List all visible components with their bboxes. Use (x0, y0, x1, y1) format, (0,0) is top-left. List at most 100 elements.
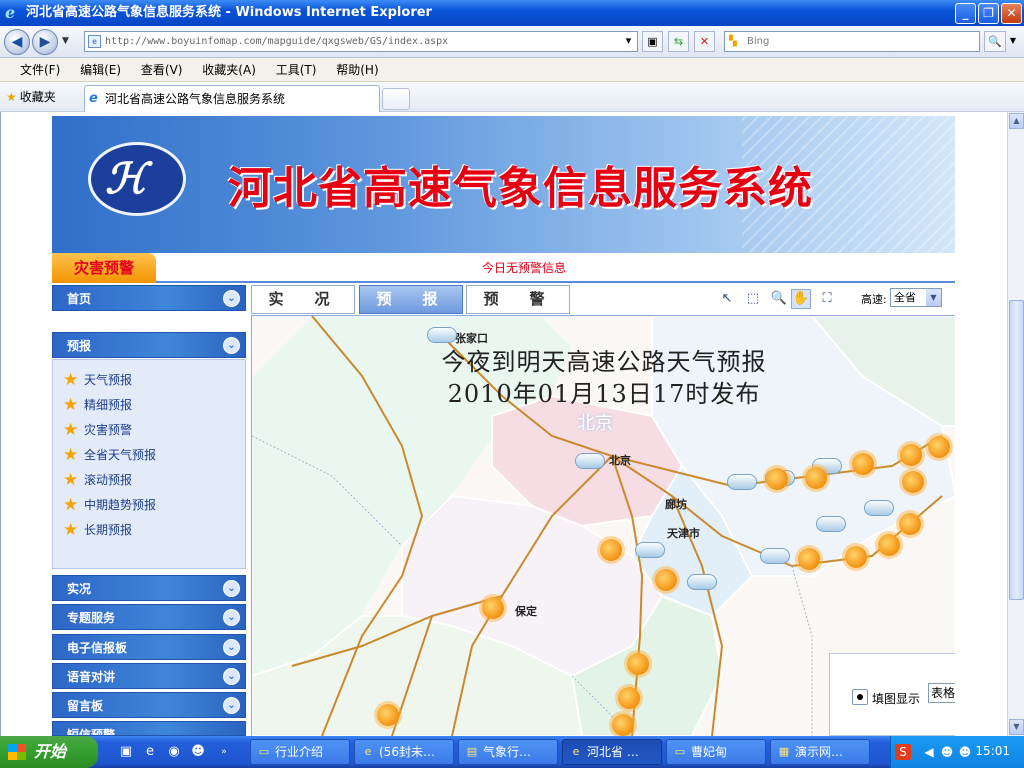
sun-icon (618, 687, 640, 709)
menu-tools[interactable]: 工具(T) (276, 58, 317, 82)
submenu-province-forecast[interactable]: ★ 全省天气预报 (53, 443, 245, 468)
forward-button[interactable]: ▶ (32, 29, 58, 55)
left-sidebar: 首页 ⌄ 预报 ⌄ ★ 天气预报 ★ 精细预报 ★ 灾害预警 ★ 全省天气预报 ★ 滚动预… (52, 283, 248, 736)
zoom-tool-icon[interactable]: 🔍 (769, 289, 789, 309)
sidebar-section-label: 实况 (67, 582, 92, 596)
weather-map[interactable]: 今夜到明天高速公路天气预报 2010年01月13日17时发布 张家口 北京 北京… (251, 316, 955, 736)
submenu-label: 天气预报 (84, 373, 133, 387)
chevron-down-icon: ▼ (926, 289, 941, 306)
bing-icon: ▚ (729, 36, 737, 47)
submenu-disaster-warning[interactable]: ★ 灾害预警 (53, 418, 245, 443)
sidebar-voice-talk[interactable]: 语音对讲 ⌄ (52, 663, 246, 689)
submenu-fine-forecast[interactable]: ★ 精细预报 (53, 393, 245, 418)
sidebar-sms-warning[interactable]: 短信预警 (52, 721, 246, 736)
display-mode-panel: 填图显示 表格 (829, 653, 955, 736)
tab-live[interactable]: 实 况 (251, 285, 355, 314)
window-titlebar[interactable]: e 河北省高速公路气象信息服务系统 - Windows Internet Exp… (0, 0, 1024, 26)
menu-file[interactable]: 文件(F) (20, 58, 60, 82)
maximize-button[interactable]: ❐ (978, 3, 999, 24)
menu-edit[interactable]: 编辑(E) (80, 58, 121, 82)
address-dropdown-icon[interactable]: ▾ (620, 31, 637, 52)
sun-icon (377, 704, 399, 726)
sidebar-special-service[interactable]: 专题服务 ⌄ (52, 604, 246, 630)
scroll-down-icon[interactable]: ▼ (1009, 719, 1024, 735)
sidebar-section-label: 语音对讲 (67, 670, 116, 684)
sun-icon (482, 597, 504, 619)
taskbar-item-document[interactable]: ▤ 气象行… (458, 739, 558, 765)
table-display-option[interactable]: 表格 (928, 683, 955, 703)
qq-tray-icon[interactable]: ☻ (939, 744, 955, 760)
sogou-icon[interactable]: S (895, 744, 911, 760)
browser-tab[interactable]: e 河北省高速公路气象信息服务系统 (84, 85, 380, 112)
sun-icon (900, 444, 922, 466)
submenu-label: 长期预报 (84, 523, 133, 537)
taskbar-item-folder[interactable]: ▭ 行业介绍 (250, 739, 350, 765)
menu-view[interactable]: 查看(V) (141, 58, 183, 82)
cloud-icon (427, 327, 457, 343)
tab-forecast[interactable]: 预 报 (359, 285, 463, 314)
history-dropdown-icon[interactable]: ▼ (62, 36, 69, 46)
quicklaunch-overflow-icon[interactable]: » (216, 744, 232, 760)
back-button[interactable]: ◀ (4, 29, 30, 55)
search-input[interactable]: ▚ Bing (724, 31, 980, 52)
sidebar-section-label: 专题服务 (67, 611, 116, 625)
windows-taskbar: 开始 ▣ e ◉ ☻ » ▭ 行业介绍 e (56封未… ▤ 气象行… e 河北省 … … (0, 736, 1024, 768)
sidebar-forecast-label: 预报 (67, 339, 92, 353)
close-button[interactable]: ✕ (1001, 3, 1022, 24)
sidebar-live[interactable]: 实况 ⌄ (52, 575, 246, 601)
qq-tray-icon-2[interactable]: ☻ (957, 744, 973, 760)
submenu-long-forecast[interactable]: ★ 长期预报 (53, 518, 245, 543)
star-icon: ★ (63, 520, 79, 540)
scroll-up-icon[interactable]: ▲ (1009, 113, 1024, 129)
submenu-rolling-forecast[interactable]: ★ 滚动预报 (53, 468, 245, 493)
taskbar-item-ie-active[interactable]: e 河北省 … (562, 739, 662, 765)
menu-favorites[interactable]: 收藏夹(A) (202, 58, 256, 82)
select-tool-icon[interactable]: ⬚ (743, 289, 763, 309)
tab-warning[interactable]: 预 警 (466, 285, 570, 314)
address-input[interactable]: e http://www.boyuinfomap.com/mapguide/qx… (84, 31, 638, 52)
scroll-thumb[interactable] (1009, 300, 1024, 600)
highway-select[interactable]: 全省 ▼ (890, 288, 942, 307)
submenu-medium-trend-forecast[interactable]: ★ 中期趋势预报 (53, 493, 245, 518)
fill-display-radio[interactable] (852, 689, 868, 705)
sun-icon (612, 714, 634, 736)
page-icon: e (88, 35, 101, 48)
task-label: 行业介绍 (275, 745, 324, 759)
search-options-icon[interactable]: ▼ (1006, 31, 1020, 52)
star-icon: ★ (63, 420, 79, 440)
sidebar-home[interactable]: 首页 ⌄ (52, 285, 246, 311)
menu-help[interactable]: 帮助(H) (336, 58, 378, 82)
qq-quicklaunch-icon[interactable]: ☻ (190, 744, 206, 760)
start-button[interactable]: 开始 (0, 736, 98, 768)
main-content: 实 况 预 报 预 警 ↖ ⬚ 🔍 ✋ ⛶ 高速: 全省 ▼ 今夜到明天高速公路… (251, 283, 955, 736)
fill-display-label: 填图显示 (872, 692, 921, 706)
refresh-icon[interactable]: ⇆ (668, 31, 689, 52)
taskbar-item-folder-2[interactable]: ▭ 曹妃甸 (666, 739, 766, 765)
ie-quicklaunch-icon[interactable]: e (142, 744, 158, 760)
tray-collapse-icon[interactable]: ◀ (921, 744, 937, 760)
taskbar-item-presentation[interactable]: ▦ 演示网… (770, 739, 870, 765)
pointer-tool-icon[interactable]: ↖ (717, 289, 737, 309)
taskbar-item-mail[interactable]: e (56封未… (354, 739, 454, 765)
sidebar-e-board[interactable]: 电子信报板 ⌄ (52, 634, 246, 660)
search-button[interactable]: 🔍 (984, 31, 1006, 52)
site-title: 河北省高速气象信息服务系统 (228, 163, 813, 214)
minimize-button[interactable]: _ (955, 3, 976, 24)
submenu-weather-forecast[interactable]: ★ 天气预报 (53, 368, 245, 393)
new-tab-button[interactable] (382, 88, 410, 110)
vertical-scrollbar[interactable]: ▲ ▼ (1007, 112, 1024, 736)
sidebar-section-label: 留言板 (67, 699, 104, 713)
show-desktop-icon[interactable]: ▣ (118, 744, 134, 760)
favorites-button[interactable]: ★ 收藏夹 (6, 88, 56, 106)
alert-bar: 灾害预警 今日无预警信息 (52, 253, 955, 283)
stop-icon[interactable]: ✕ (694, 31, 715, 52)
sidebar-message-board[interactable]: 留言板 ⌄ (52, 692, 246, 718)
cloud-icon (575, 453, 605, 469)
compat-view-icon[interactable]: ▣ (642, 31, 663, 52)
sidebar-forecast[interactable]: 预报 ⌄ (52, 332, 246, 358)
app-quicklaunch-icon[interactable]: ◉ (166, 744, 182, 760)
sun-icon (902, 471, 924, 493)
pan-tool-icon[interactable]: ✋ (791, 289, 811, 309)
sidebar-section-label: 电子信报板 (67, 641, 128, 655)
full-extent-icon[interactable]: ⛶ (817, 289, 837, 309)
